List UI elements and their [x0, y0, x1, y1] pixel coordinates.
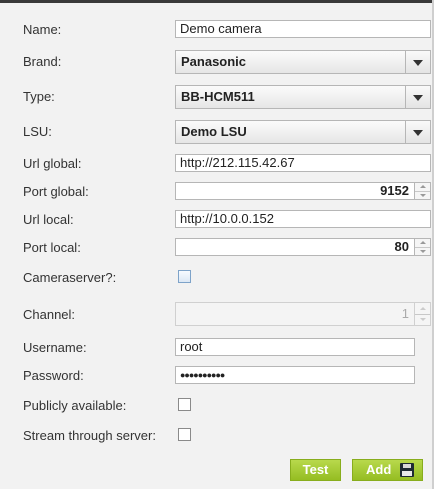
lsu-select-value: Demo LSU [181, 124, 247, 139]
type-row: Type: BB-HCM511 [0, 85, 434, 109]
top-border [0, 0, 434, 3]
url-local-row: Url local: http://10.0.0.152 [0, 209, 434, 231]
type-select-value: BB-HCM511 [181, 89, 255, 104]
chevron-down-icon [413, 130, 423, 136]
stream-through-server-label: Stream through server: [23, 428, 156, 443]
lsu-label: LSU: [23, 124, 52, 139]
username-row: Username: root [0, 337, 434, 359]
spinner-up-icon [420, 307, 426, 310]
chevron-down-icon [413, 95, 423, 101]
add-button[interactable]: Add [352, 459, 423, 481]
port-local-row: Port local: 80 [0, 237, 434, 259]
brand-dropdown-button[interactable] [405, 51, 430, 73]
port-local-spinner[interactable] [415, 238, 431, 256]
spinner-down-icon[interactable] [420, 194, 426, 197]
spinner-down-icon[interactable] [420, 250, 426, 253]
url-local-input[interactable]: http://10.0.0.152 [175, 210, 431, 228]
publicly-available-row: Publicly available: [0, 395, 434, 417]
brand-row: Brand: Panasonic [0, 50, 434, 74]
test-button[interactable]: Test [290, 459, 341, 481]
lsu-row: LSU: Demo LSU [0, 120, 434, 144]
port-global-spinner[interactable] [415, 182, 431, 200]
port-local-label: Port local: [23, 240, 81, 255]
spinner-divider [415, 247, 430, 248]
cameraserver-checkbox[interactable] [178, 270, 191, 283]
name-label: Name: [23, 22, 62, 37]
password-row: Password: ●●●●●●●●●● [0, 365, 434, 387]
channel-spinner [415, 302, 431, 326]
port-global-label: Port global: [23, 184, 89, 199]
port-local-input[interactable]: 80 [175, 238, 415, 256]
publicly-available-checkbox[interactable] [178, 398, 191, 411]
chevron-down-icon [413, 60, 423, 66]
floppy-disk-icon [400, 463, 414, 477]
spinner-up-icon[interactable] [420, 185, 426, 188]
stream-through-server-checkbox[interactable] [178, 428, 191, 441]
name-input[interactable]: Demo camera [175, 20, 431, 38]
cameraserver-row: Cameraserver?: [0, 267, 434, 289]
brand-select-value: Panasonic [181, 54, 247, 69]
password-label: Password: [23, 368, 84, 383]
type-label: Type: [23, 89, 55, 104]
spinner-down-icon [420, 318, 426, 321]
url-global-label: Url global: [23, 156, 82, 171]
username-input[interactable]: root [175, 338, 415, 356]
url-global-row: Url global: http://212.115.42.67 [0, 153, 434, 175]
type-select[interactable]: BB-HCM511 [175, 85, 431, 109]
spinner-up-icon[interactable] [420, 241, 426, 244]
spinner-divider [415, 314, 430, 315]
cameraserver-label: Cameraserver?: [23, 270, 117, 285]
spinner-divider [415, 191, 430, 192]
url-global-input[interactable]: http://212.115.42.67 [175, 154, 431, 172]
password-input[interactable]: ●●●●●●●●●● [175, 366, 415, 384]
add-button-label: Add [366, 462, 392, 477]
stream-through-server-row: Stream through server: [0, 425, 434, 447]
publicly-available-label: Publicly available: [23, 398, 127, 413]
brand-select[interactable]: Panasonic [175, 50, 431, 74]
channel-input: 1 [175, 302, 415, 326]
port-global-input[interactable]: 9152 [175, 182, 415, 200]
lsu-select[interactable]: Demo LSU [175, 120, 431, 144]
lsu-dropdown-button[interactable] [405, 121, 430, 143]
username-label: Username: [23, 340, 87, 355]
type-dropdown-button[interactable] [405, 86, 430, 108]
channel-row: Channel: 1 [0, 302, 434, 326]
channel-label: Channel: [23, 307, 76, 322]
brand-label: Brand: [23, 54, 62, 69]
url-local-label: Url local: [23, 212, 74, 227]
port-global-row: Port global: 9152 [0, 181, 434, 203]
name-row: Name: Demo camera [0, 19, 434, 41]
